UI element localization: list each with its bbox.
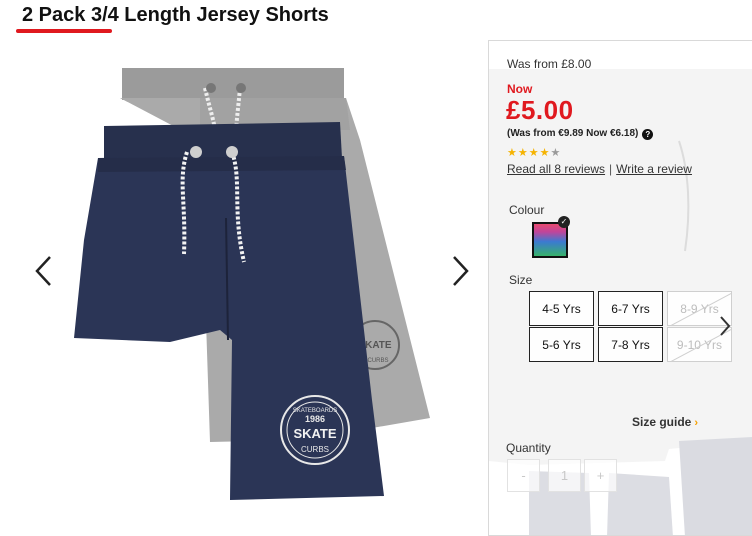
star-icon: ★ bbox=[517, 147, 529, 159]
size-option-4-5[interactable]: 4-5 Yrs bbox=[529, 291, 594, 326]
gallery-prev-button[interactable] bbox=[28, 251, 58, 291]
navy-shorts-badge-year: 1986 bbox=[305, 414, 325, 424]
size-option-6-7[interactable]: 6-7 Yrs bbox=[598, 291, 663, 326]
chevron-right-icon: › bbox=[694, 417, 699, 429]
quantity-increase-button[interactable]: + bbox=[584, 459, 617, 492]
navy-shorts-badge-sub: CURBS bbox=[301, 445, 329, 454]
current-price: £5.00 bbox=[506, 95, 574, 125]
size-label: Size bbox=[509, 273, 533, 287]
star-icon: ★ bbox=[539, 147, 551, 159]
navy-shorts-image: SKATEBOARDS 1986 SKATE CURBS bbox=[74, 122, 384, 500]
check-icon: ✓ bbox=[558, 216, 570, 228]
now-label: Now bbox=[507, 82, 533, 96]
euro-price-text: (Was from €9.89 Now €6.18) bbox=[507, 128, 639, 139]
rating-stars: ★★★★★ bbox=[507, 146, 561, 159]
size-option-5-6[interactable]: 5-6 Yrs bbox=[529, 327, 594, 362]
size-next-button[interactable] bbox=[715, 311, 735, 341]
grey-shorts-badge-sub: CURBS bbox=[367, 358, 388, 364]
product-image-gallery: SKATE CURBS SKATEBOARDS 1986 SKATE CURBS bbox=[0, 40, 488, 536]
size-guide-label: Size guide bbox=[632, 415, 692, 429]
navy-shorts-badge-main: SKATE bbox=[293, 426, 336, 441]
size-guide-link[interactable]: Size guide › bbox=[632, 415, 698, 429]
chevron-right-icon bbox=[720, 316, 731, 336]
title-underline bbox=[16, 29, 112, 33]
write-review-link[interactable]: Write a review bbox=[616, 162, 692, 176]
review-separator: | bbox=[609, 162, 613, 176]
read-reviews-link[interactable]: Read all 8 reviews bbox=[507, 162, 605, 176]
product-title: 2 Pack 3/4 Length Jersey Shorts bbox=[22, 4, 329, 26]
chevron-right-icon bbox=[453, 256, 469, 286]
gallery-next-button[interactable] bbox=[446, 251, 476, 291]
purchase-panel: Was from £8.00 Now £5.00 (Was from €9.89… bbox=[488, 40, 752, 536]
star-empty-icon: ★ bbox=[550, 147, 562, 159]
colour-label: Colour bbox=[509, 203, 545, 217]
was-price: Was from £8.00 bbox=[507, 57, 592, 71]
star-icon: ★ bbox=[528, 147, 540, 159]
star-icon: ★ bbox=[507, 147, 518, 159]
quantity-decrease-button[interactable]: - bbox=[507, 459, 540, 492]
reviews-links: Read all 8 reviews | Write a review bbox=[507, 162, 692, 176]
euro-price: (Was from €9.89 Now €6.18)? bbox=[507, 128, 654, 140]
chevron-left-icon bbox=[35, 256, 51, 286]
size-option-7-8[interactable]: 7-8 Yrs bbox=[598, 327, 663, 362]
quantity-label: Quantity bbox=[506, 441, 551, 455]
help-icon[interactable]: ? bbox=[642, 129, 654, 140]
product-image: SKATE CURBS SKATEBOARDS 1986 SKATE CURBS bbox=[74, 68, 430, 500]
quantity-input[interactable]: 1 bbox=[548, 459, 581, 492]
